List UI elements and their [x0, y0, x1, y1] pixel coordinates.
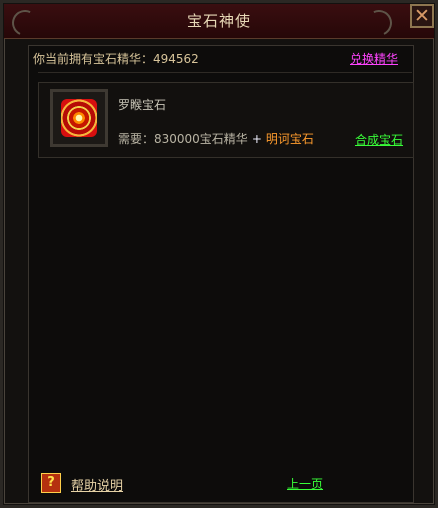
exchange-essence-link[interactable]: 兑换精华 [350, 50, 398, 67]
title-bar[interactable]: 宝石神使 [4, 4, 434, 40]
essence-balance: 你当前拥有宝石精华：494562 [33, 52, 199, 66]
requirement-text: 需要：830000宝石精华 + 明诃宝石 [118, 130, 314, 147]
gem-name: 罗睺宝石 [118, 98, 167, 112]
gem-icon [61, 99, 97, 137]
requirement-prefix: 需要：830000宝石精华 [118, 132, 248, 146]
compose-gem-link[interactable]: 合成宝石 [355, 131, 403, 148]
close-button[interactable]: ✕ [410, 4, 434, 28]
help-icon[interactable]: ? [41, 473, 61, 493]
help-instructions-link[interactable]: 帮助说明 [71, 475, 123, 494]
section-divider [38, 72, 412, 73]
plus-symbol: + [251, 132, 262, 146]
required-gem-name: 明诃宝石 [265, 132, 314, 146]
previous-page-link[interactable]: 上一页 [287, 475, 323, 492]
